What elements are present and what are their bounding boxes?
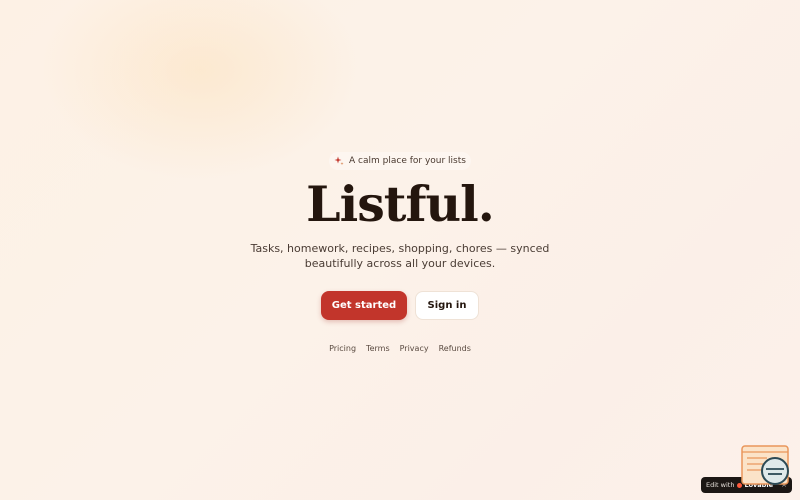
footer-link-terms[interactable]: Terms [366,344,390,353]
tagline-badge: A calm place for your lists [329,152,471,170]
page-title: Listful. [306,175,495,233]
footer-link-refunds[interactable]: Refunds [439,344,471,353]
hero-actions: Get started Sign in [321,291,479,320]
get-started-button[interactable]: Get started [321,291,407,320]
footer-link-pricing[interactable]: Pricing [329,344,356,353]
hero-subtitle: Tasks, homework, recipes, shopping, chor… [250,242,550,270]
tagline-text: A calm place for your lists [349,156,466,166]
sign-in-button[interactable]: Sign in [415,291,479,320]
edit-badge-prefix: Edit with [706,481,735,489]
sparkle-icon [334,156,344,166]
hero: A calm place for your lists Listful. Tas… [0,152,800,353]
footer-link-privacy[interactable]: Privacy [400,344,429,353]
footer-links: Pricing Terms Privacy Refunds [329,344,471,353]
notes-widget-icon[interactable] [741,445,791,489]
